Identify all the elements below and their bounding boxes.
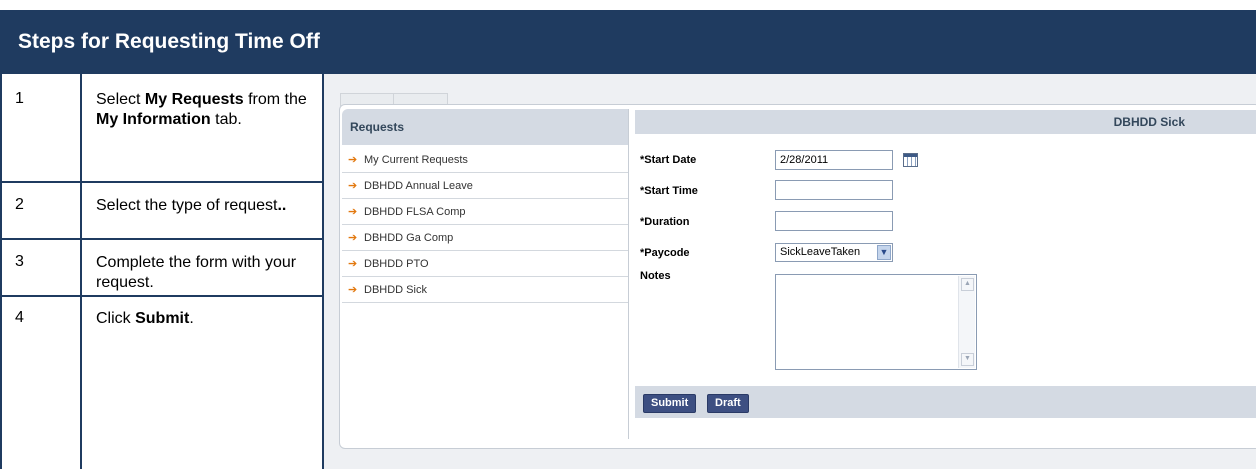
arrow-right-icon: ➔ — [348, 180, 358, 192]
step-1-segment: Select — [96, 91, 145, 108]
requests-menu: ➔ My Current Requests ➔ DBHDD Annual Leave ➔… — [342, 147, 628, 303]
requests-screenshot: Requests ➔ My Current Requests ➔ DBHDD Annu… — [324, 74, 1256, 469]
step-number-3: 3 — [15, 253, 24, 270]
menu-item-label: DBHDD Sick — [364, 283, 427, 296]
paycode-select[interactable]: SickLeaveTaken ▼ — [775, 243, 893, 262]
menu-item-label: My Current Requests — [364, 153, 468, 166]
step-1-segment: My Information — [96, 111, 211, 128]
step-text-2: Select the type of request.. — [96, 196, 321, 216]
scroll-up-icon[interactable]: ▲ — [961, 278, 974, 291]
title-text: Steps for Requesting Time Off — [18, 30, 320, 53]
step-text-3: Complete the form with your request. — [96, 253, 321, 293]
menu-item[interactable]: ➔ DBHDD FLSA Comp — [342, 199, 628, 225]
step-4-segment: . — [189, 310, 194, 327]
step-number-4: 4 — [15, 309, 24, 326]
form-header: DBHDD Sick — [635, 110, 1256, 134]
submit-button[interactable]: Submit — [643, 394, 697, 413]
paycode-label: *Paycode — [640, 247, 690, 259]
menu-item-label: DBHDD Annual Leave — [364, 179, 473, 192]
draft-button[interactable]: Draft — [707, 394, 749, 413]
arrow-right-icon: ➔ — [348, 284, 358, 296]
menu-item[interactable]: ➔ My Current Requests — [342, 147, 628, 173]
chevron-down-icon[interactable]: ▼ — [877, 245, 891, 260]
step-1-segment: from the — [243, 91, 307, 108]
step-text-1: Select My Requests from the My Informati… — [96, 90, 321, 130]
row-divider-3 — [0, 295, 324, 297]
paycode-value: SickLeaveTaken — [780, 246, 861, 258]
row-divider-1 — [0, 181, 324, 183]
form-header-title: DBHDD Sick — [1113, 115, 1185, 129]
arrow-right-icon: ➔ — [348, 206, 358, 218]
menu-item-label: DBHDD PTO — [364, 257, 429, 270]
row-divider-2 — [0, 238, 324, 240]
step-number-1: 1 — [15, 90, 24, 107]
start-time-input[interactable] — [775, 180, 893, 200]
notes-label: Notes — [640, 270, 671, 282]
menu-item[interactable]: ➔ DBHDD Annual Leave — [342, 173, 628, 199]
step-2-segment: Select the type of request — [96, 197, 278, 214]
duration-input[interactable] — [775, 211, 893, 231]
step-4-segment: Submit — [135, 310, 190, 327]
arrow-right-icon: ➔ — [348, 232, 358, 244]
step-1-segment: tab. — [210, 111, 242, 128]
requests-header: Requests — [342, 109, 628, 145]
start-date-label: *Start Date — [640, 154, 697, 166]
step-2-segment: .. — [277, 197, 287, 214]
step-text-4: Click Submit. — [96, 309, 321, 329]
step-1-segment: My Requests — [144, 91, 244, 108]
step-3-segment: Complete the form with your request. — [96, 254, 297, 291]
arrow-right-icon: ➔ — [348, 258, 358, 270]
notes-scrollbar[interactable]: ▲ ▼ — [958, 276, 975, 368]
notes-textarea[interactable]: ▲ ▼ — [775, 274, 977, 370]
step-4-segment: Click — [96, 310, 136, 327]
duration-label: *Duration — [640, 216, 690, 228]
step-number-2: 2 — [15, 196, 24, 213]
scroll-down-icon[interactable]: ▼ — [961, 353, 974, 366]
menu-item-label: DBHDD Ga Comp — [364, 231, 454, 244]
page-title: Steps for Requesting Time Off — [2, 10, 1256, 74]
start-time-label: *Start Time — [640, 185, 698, 197]
requests-sidebar: Requests ➔ My Current Requests ➔ DBHDD Annu… — [342, 109, 629, 439]
menu-item-label: DBHDD FLSA Comp — [364, 205, 466, 218]
arrow-right-icon: ➔ — [348, 154, 358, 166]
menu-item[interactable]: ➔ DBHDD PTO — [342, 251, 628, 277]
calendar-icon[interactable] — [903, 153, 918, 167]
steps-table: Steps for Requesting Time Off 1 Select M… — [0, 0, 1256, 469]
menu-item[interactable]: ➔ DBHDD Ga Comp — [342, 225, 628, 251]
table-border-col1 — [80, 74, 82, 469]
menu-item[interactable]: ➔ DBHDD Sick — [342, 277, 628, 303]
start-date-input[interactable]: 2/28/2011 — [775, 150, 893, 170]
